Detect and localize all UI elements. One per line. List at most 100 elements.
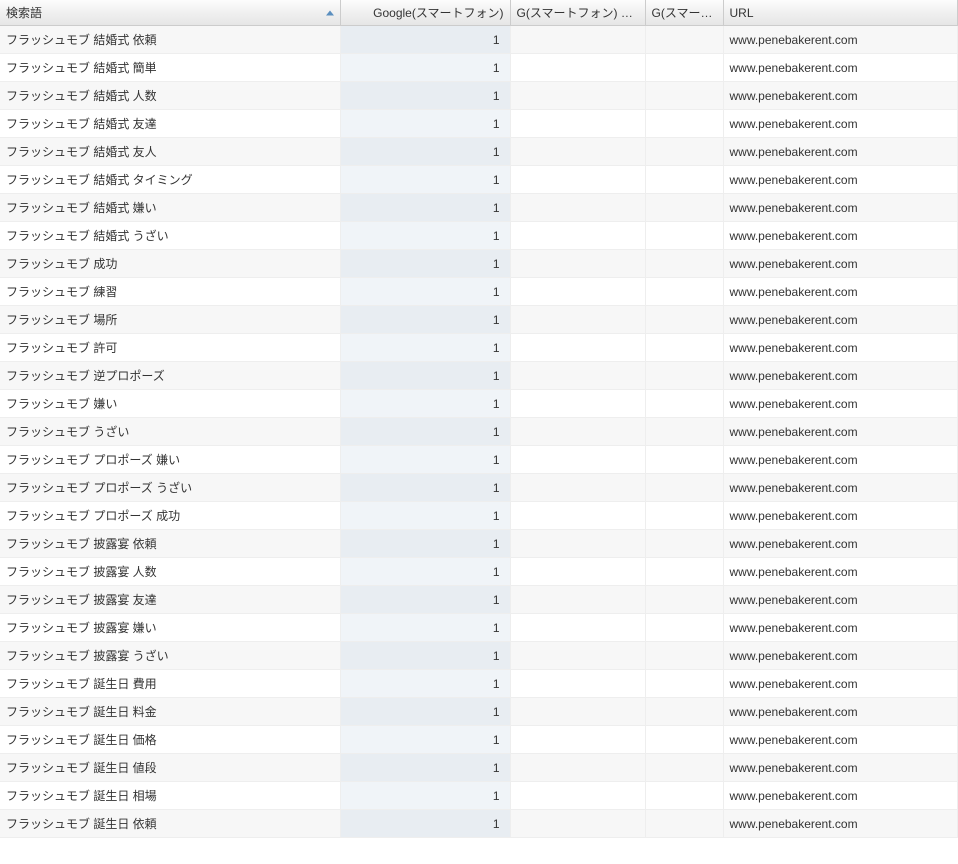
cell-change[interactable] [510,754,645,782]
cell-google-sp[interactable]: 1 [340,782,510,810]
cell-url[interactable]: www.penebakerent.com [723,362,958,390]
table-row[interactable]: フラッシュモブ 結婚式 友達1www.penebakerent.com [0,110,958,138]
cell-change[interactable] [510,418,645,446]
cell-url[interactable]: www.penebakerent.com [723,614,958,642]
cell-google-sp[interactable]: 1 [340,390,510,418]
cell-keyword[interactable]: フラッシュモブ 誕生日 相場 [0,782,340,810]
cell-change[interactable] [510,166,645,194]
cell-keyword[interactable]: フラッシュモブ 逆プロポーズ [0,362,340,390]
table-row[interactable]: フラッシュモブ 結婚式 依頼1www.penebakerent.com [0,26,958,54]
table-row[interactable]: フラッシュモブ うざい1www.penebakerent.com [0,418,958,446]
cell-g3[interactable] [645,418,723,446]
cell-keyword[interactable]: フラッシュモブ 結婚式 簡単 [0,54,340,82]
table-row[interactable]: フラッシュモブ プロポーズ 成功1www.penebakerent.com [0,502,958,530]
cell-keyword[interactable]: フラッシュモブ 披露宴 依頼 [0,530,340,558]
cell-url[interactable]: www.penebakerent.com [723,474,958,502]
cell-google-sp[interactable]: 1 [340,502,510,530]
cell-keyword[interactable]: フラッシュモブ 結婚式 タイミング [0,166,340,194]
cell-change[interactable] [510,54,645,82]
cell-g3[interactable] [645,586,723,614]
cell-url[interactable]: www.penebakerent.com [723,222,958,250]
table-row[interactable]: フラッシュモブ 誕生日 相場1 www.penebakerent.com [0,782,958,810]
cell-keyword[interactable]: フラッシュモブ プロポーズ うざい [0,474,340,502]
cell-g3[interactable] [645,110,723,138]
cell-url[interactable]: www.penebakerent.com [723,82,958,110]
cell-keyword[interactable]: フラッシュモブ 披露宴 友達 [0,586,340,614]
cell-g3[interactable] [645,390,723,418]
cell-keyword[interactable]: フラッシュモブ 誕生日 依頼 [0,810,340,838]
cell-g3[interactable] [645,726,723,754]
cell-g3[interactable] [645,754,723,782]
cell-google-sp[interactable]: 1 [340,222,510,250]
cell-change[interactable] [510,306,645,334]
cell-change[interactable] [510,642,645,670]
table-row[interactable]: フラッシュモブ 誕生日 費用1www.penebakerent.com [0,670,958,698]
cell-url[interactable]: www.penebakerent.com [723,810,958,838]
table-row[interactable]: フラッシュモブ 結婚式 嫌い1www.penebakerent.com [0,194,958,222]
cell-keyword[interactable]: フラッシュモブ 結婚式 友達 [0,110,340,138]
cell-change[interactable] [510,782,645,810]
cell-url[interactable]: www.penebakerent.com [723,390,958,418]
cell-change[interactable] [510,222,645,250]
cell-url[interactable]: www.penebakerent.com [723,26,958,54]
cell-g3[interactable] [645,166,723,194]
cell-url[interactable]: www.penebakerent.com [723,278,958,306]
cell-google-sp[interactable]: 1 [340,194,510,222]
table-row[interactable]: フラッシュモブ 披露宴 嫌い1www.penebakerent.com [0,614,958,642]
cell-g3[interactable] [645,698,723,726]
table-row[interactable]: フラッシュモブ 練習1www.penebakerent.com [0,278,958,306]
cell-change[interactable] [510,278,645,306]
cell-google-sp[interactable]: 1 [340,26,510,54]
cell-g3[interactable] [645,334,723,362]
cell-change[interactable] [510,474,645,502]
cell-g3[interactable] [645,502,723,530]
cell-keyword[interactable]: フラッシュモブ プロポーズ 嫌い [0,446,340,474]
cell-change[interactable] [510,558,645,586]
cell-change[interactable] [510,138,645,166]
cell-google-sp[interactable]: 1 [340,446,510,474]
cell-url[interactable]: www.penebakerent.com [723,586,958,614]
cell-google-sp[interactable]: 1 [340,82,510,110]
cell-g3[interactable] [645,810,723,838]
cell-url[interactable]: www.penebakerent.com [723,194,958,222]
col-header-g3[interactable]: G(スマートフ.. [645,0,723,26]
table-row[interactable]: フラッシュモブ 披露宴 うざい1www.penebakerent.com [0,642,958,670]
cell-google-sp[interactable]: 1 [340,530,510,558]
col-header-change[interactable]: G(スマートフォン) 変化 [510,0,645,26]
cell-url[interactable]: www.penebakerent.com [723,138,958,166]
table-row[interactable]: フラッシュモブ 許可1www.penebakerent.com [0,334,958,362]
cell-g3[interactable] [645,278,723,306]
cell-g3[interactable] [645,558,723,586]
cell-change[interactable] [510,586,645,614]
table-row[interactable]: フラッシュモブ 場所1www.penebakerent.com [0,306,958,334]
cell-g3[interactable] [645,474,723,502]
cell-url[interactable]: www.penebakerent.com [723,54,958,82]
cell-change[interactable] [510,334,645,362]
cell-change[interactable] [510,614,645,642]
cell-keyword[interactable]: フラッシュモブ 誕生日 値段 [0,754,340,782]
cell-keyword[interactable]: フラッシュモブ 誕生日 料金 [0,698,340,726]
table-row[interactable]: フラッシュモブ 誕生日 依頼1www.penebakerent.com [0,810,958,838]
col-header-keyword[interactable]: 検索語 [0,0,340,26]
cell-g3[interactable] [645,670,723,698]
table-row[interactable]: フラッシュモブ 誕生日 値段1www.penebakerent.com [0,754,958,782]
cell-url[interactable]: www.penebakerent.com [723,166,958,194]
cell-url[interactable]: www.penebakerent.com [723,726,958,754]
table-row[interactable]: フラッシュモブ 結婚式 うざい1www.penebakerent.com [0,222,958,250]
cell-google-sp[interactable]: 1 [340,54,510,82]
cell-url[interactable]: www.penebakerent.com [723,530,958,558]
table-row[interactable]: フラッシュモブ 誕生日 料金1www.penebakerent.com [0,698,958,726]
cell-g3[interactable] [645,530,723,558]
cell-google-sp[interactable]: 1 [340,474,510,502]
cell-google-sp[interactable]: 1 [340,418,510,446]
cell-url[interactable]: www.penebakerent.com [723,782,958,810]
cell-url[interactable]: www.penebakerent.com [723,110,958,138]
cell-keyword[interactable]: フラッシュモブ 結婚式 人数 [0,82,340,110]
cell-url[interactable]: www.penebakerent.com [723,418,958,446]
cell-google-sp[interactable]: 1 [340,642,510,670]
table-row[interactable]: フラッシュモブ プロポーズ うざい1 www.penebakerent.com [0,474,958,502]
cell-change[interactable] [510,446,645,474]
table-row[interactable]: フラッシュモブ 嫌い1www.penebakerent.com [0,390,958,418]
cell-google-sp[interactable]: 1 [340,250,510,278]
cell-g3[interactable] [645,642,723,670]
